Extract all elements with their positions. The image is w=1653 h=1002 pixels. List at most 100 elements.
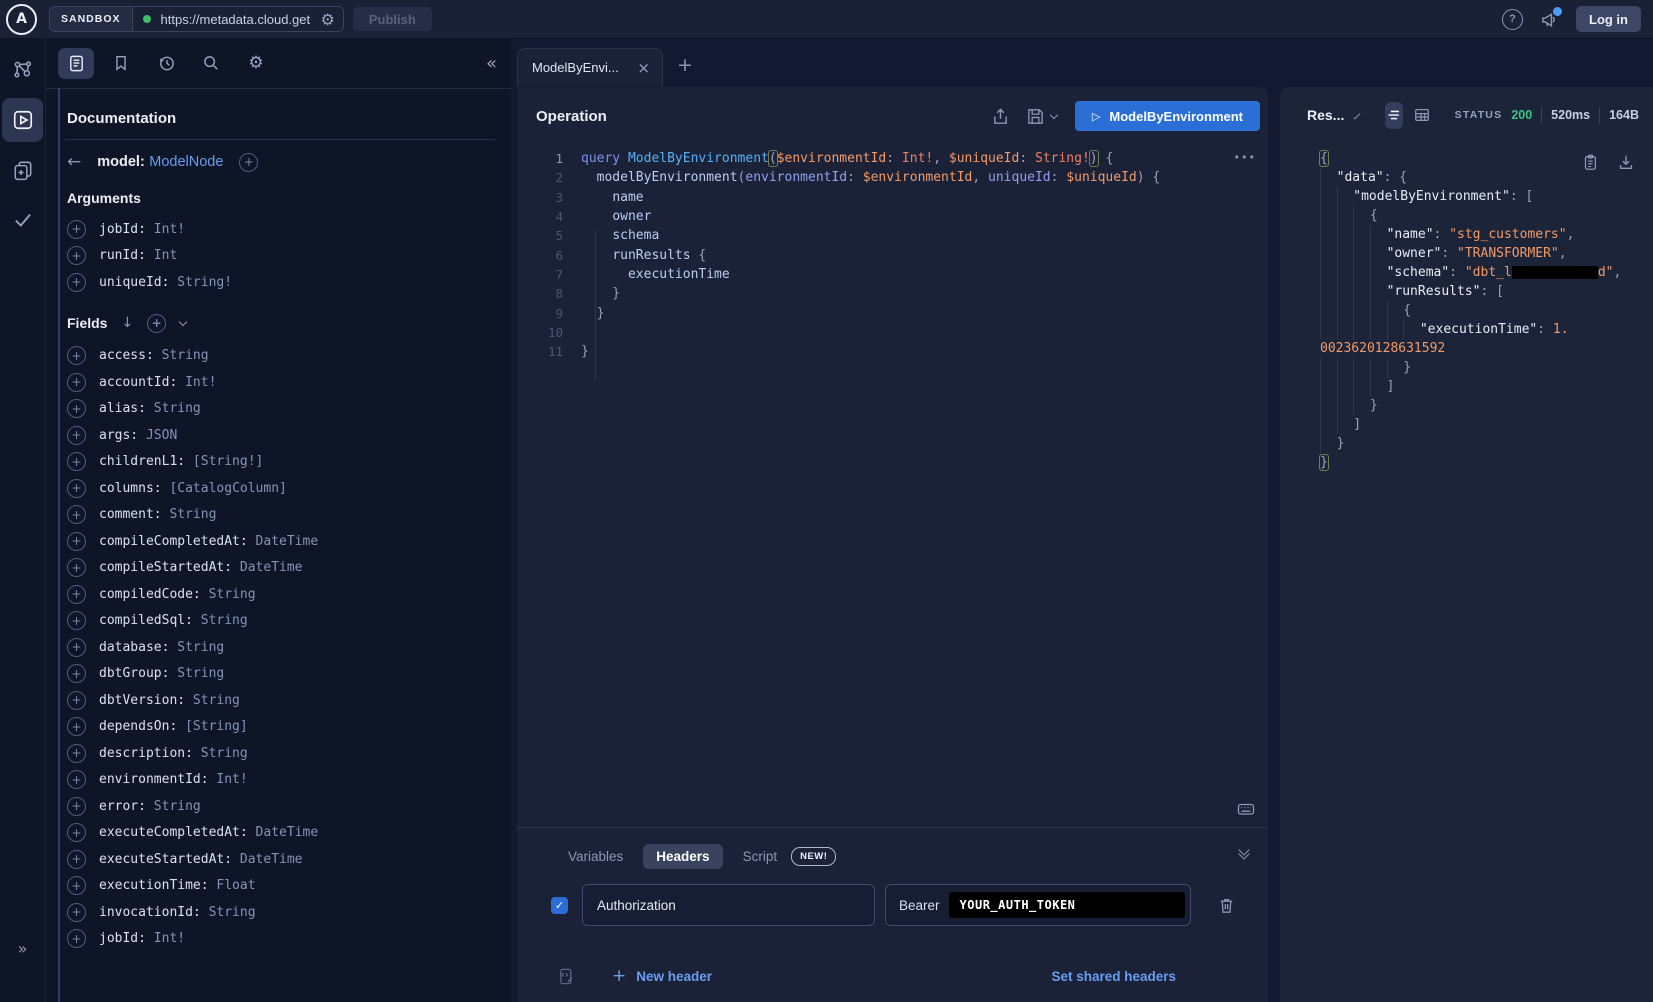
field-type-link[interactable]: String [162, 348, 209, 363]
add-field-to-query-icon[interactable]: + [67, 532, 86, 551]
field-type-link[interactable]: String [177, 640, 224, 655]
search-icon[interactable] [193, 48, 229, 79]
field-type-link[interactable]: String [201, 613, 248, 628]
run-operation-button[interactable]: ▷ ModelByEnvironment [1075, 101, 1260, 131]
field-name[interactable]: comment: [99, 507, 169, 522]
help-icon[interactable]: ? [1502, 9, 1523, 30]
field-name[interactable]: compileStartedAt: [99, 560, 240, 575]
tab-modelbyenvironment[interactable]: ModelByEnvi... × [517, 48, 663, 86]
field-name[interactable]: environmentId: [99, 772, 216, 787]
field-type-link[interactable]: JSON [146, 428, 177, 443]
field-type-link[interactable]: String [154, 799, 201, 814]
field-type-link[interactable]: [CatalogColumn] [169, 481, 286, 496]
sort-fields-icon[interactable]: ↓ [121, 315, 133, 331]
auth-token-value[interactable]: YOUR_AUTH_TOKEN [949, 892, 1185, 918]
response-dropdown-chevron-icon[interactable] [1354, 112, 1361, 119]
endpoint-url-input[interactable] [159, 11, 313, 28]
add-field-to-query-icon[interactable]: + [67, 585, 86, 604]
copy-response-icon[interactable] [1581, 153, 1599, 171]
add-field-to-query-icon[interactable]: + [67, 273, 86, 292]
field-name[interactable]: args: [99, 428, 146, 443]
field-name[interactable]: dbtGroup: [99, 666, 177, 681]
save-icon[interactable] [1026, 107, 1045, 126]
field-name[interactable]: accountId: [99, 375, 185, 390]
field-name[interactable]: alias: [99, 401, 154, 416]
add-all-fields-icon[interactable]: + [147, 314, 166, 333]
share-icon[interactable] [991, 107, 1010, 126]
field-name[interactable]: jobId: [99, 222, 154, 237]
add-field-to-query-icon[interactable]: + [67, 691, 86, 710]
field-name[interactable]: runId: [99, 248, 154, 263]
field-name[interactable]: error: [99, 799, 154, 814]
schema-graph-icon[interactable] [0, 48, 45, 92]
field-name[interactable]: compiledCode: [99, 587, 209, 602]
response-title[interactable]: Res... [1307, 107, 1344, 123]
add-field-to-query-icon[interactable]: + [67, 479, 86, 498]
new-header-button[interactable]: + New header [612, 966, 712, 986]
field-name[interactable]: executeCompletedAt: [99, 825, 256, 840]
endpoint-settings-gear-icon[interactable]: ⚙ [321, 10, 335, 29]
save-options-chevron-icon[interactable] [1050, 111, 1058, 119]
field-type-link[interactable]: String [209, 905, 256, 920]
add-field-to-query-icon[interactable]: + [67, 823, 86, 842]
add-field-to-query-icon[interactable]: + [67, 664, 86, 683]
field-type-link[interactable]: [String!] [193, 454, 263, 469]
add-field-to-query-icon[interactable]: + [67, 903, 86, 922]
bookmarks-icon[interactable] [103, 48, 139, 79]
add-field-to-query-icon[interactable]: + [67, 220, 86, 239]
field-type-link[interactable]: Int! [154, 931, 185, 946]
add-field-to-query-icon[interactable]: + [67, 850, 86, 869]
publish-button[interactable]: Publish [353, 7, 432, 31]
login-button[interactable]: Log in [1576, 6, 1641, 32]
field-name[interactable]: executionTime: [99, 878, 216, 893]
header-enabled-checkbox[interactable]: ✓ [551, 897, 568, 914]
field-type-link[interactable]: Int! [185, 375, 216, 390]
header-name-input[interactable] [582, 884, 875, 926]
add-field-to-query-icon[interactable]: + [67, 638, 86, 657]
add-field-icon[interactable]: + [239, 153, 258, 172]
field-name[interactable]: childrenL1: [99, 454, 193, 469]
field-name[interactable]: invocationId: [99, 905, 209, 920]
close-tab-icon[interactable]: × [637, 59, 650, 77]
add-field-to-query-icon[interactable]: + [67, 505, 86, 524]
field-type-link[interactable]: Int [154, 248, 177, 263]
delete-header-trash-icon[interactable] [1217, 896, 1236, 915]
field-name[interactable]: compileCompletedAt: [99, 534, 256, 549]
field-name[interactable]: dependsOn: [99, 719, 185, 734]
field-type-link[interactable]: Float [216, 878, 255, 893]
add-field-to-query-icon[interactable]: + [67, 426, 86, 445]
add-field-to-query-icon[interactable]: + [67, 611, 86, 630]
field-name[interactable]: jobId: [99, 931, 154, 946]
field-type-link[interactable]: DateTime [256, 534, 319, 549]
new-tab-icon[interactable]: + [677, 54, 693, 76]
field-name[interactable]: dbtVersion: [99, 693, 193, 708]
query-editor[interactable]: 1query ModelByEnvironment($environmentId… [517, 145, 1238, 802]
documentation-tab-icon[interactable] [58, 48, 94, 79]
collapse-panel-double-chevron-icon[interactable] [1240, 850, 1248, 858]
tab-script[interactable]: Script [741, 844, 780, 869]
preflight-script-icon[interactable] [557, 967, 576, 986]
add-field-to-query-icon[interactable]: + [67, 373, 86, 392]
field-name[interactable]: executeStartedAt: [99, 852, 240, 867]
add-field-to-query-icon[interactable]: + [67, 770, 86, 789]
tab-variables[interactable]: Variables [566, 844, 625, 869]
field-type-link[interactable]: String! [177, 275, 232, 290]
add-field-to-query-icon[interactable]: + [67, 929, 86, 948]
field-type-link[interactable]: Int! [216, 772, 247, 787]
add-field-to-query-icon[interactable]: + [67, 876, 86, 895]
field-name[interactable]: database: [99, 640, 177, 655]
download-response-icon[interactable] [1617, 153, 1635, 171]
back-arrow-icon[interactable]: ← [67, 152, 81, 172]
tab-headers[interactable]: Headers [643, 844, 722, 869]
field-type-link[interactable]: String [201, 746, 248, 761]
field-type-link[interactable]: String [209, 587, 256, 602]
operation-collections-icon[interactable] [0, 148, 45, 192]
header-value-input[interactable]: Bearer YOUR_AUTH_TOKEN [885, 884, 1191, 926]
announcements-megaphone-icon[interactable] [1540, 10, 1559, 29]
add-field-to-query-icon[interactable]: + [67, 717, 86, 736]
add-field-to-query-icon[interactable]: + [67, 558, 86, 577]
add-field-to-query-icon[interactable]: + [67, 246, 86, 265]
history-icon[interactable] [148, 48, 184, 79]
collapse-docs-icon[interactable]: « [486, 53, 501, 74]
fields-options-chevron-icon[interactable] [179, 318, 187, 326]
